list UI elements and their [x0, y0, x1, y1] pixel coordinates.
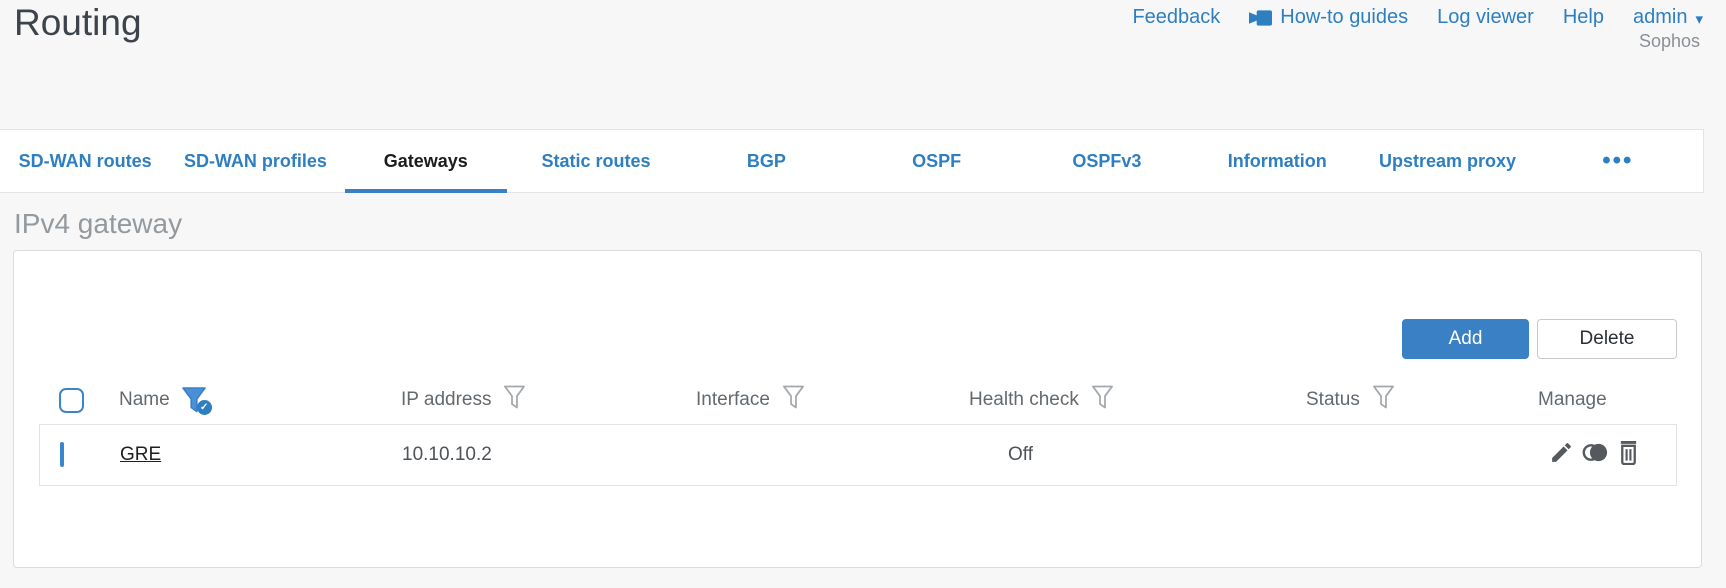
edit-pencil-icon[interactable]: [1549, 440, 1574, 471]
tab-ospfv3[interactable]: OSPFv3: [1022, 130, 1192, 192]
filter-funnel-icon[interactable]: [782, 385, 805, 416]
tab-upstream-proxy[interactable]: Upstream proxy: [1362, 130, 1532, 192]
tab-bgp[interactable]: BGP: [681, 130, 851, 192]
row-checkbox[interactable]: [60, 442, 64, 467]
gateway-table: Name ✓ IP address Interface Health check…: [39, 376, 1677, 486]
user-menu-label: admin: [1632, 6, 1688, 28]
feedback-link[interactable]: Feedback: [1132, 6, 1220, 29]
help-link[interactable]: Help: [1563, 6, 1604, 29]
clone-icon[interactable]: [1581, 440, 1610, 471]
brand-label: Sophos: [1638, 31, 1700, 51]
tab-information[interactable]: Information: [1192, 130, 1362, 192]
tab-gateways[interactable]: Gateways: [341, 130, 511, 193]
filter-funnel-icon[interactable]: [1372, 385, 1395, 416]
column-header-name: Name: [119, 389, 170, 410]
column-header-manage: Manage: [1538, 389, 1607, 410]
filter-funnel-icon-active[interactable]: ✓: [181, 387, 212, 415]
column-header-ip-address: IP address: [401, 389, 492, 410]
section-heading: IPv4 gateway: [14, 208, 183, 239]
table-row-gre: GRE 10.10.10.2 Off: [39, 424, 1677, 486]
filter-check-badge: ✓: [196, 400, 212, 415]
utility-nav: Feedback How-to guides Log viewer Help a…: [1132, 6, 1703, 29]
more-tabs-button[interactable]: •••: [1533, 130, 1703, 192]
gateway-name-link[interactable]: GRE: [120, 444, 161, 465]
tab-static-routes[interactable]: Static routes: [511, 130, 681, 192]
log-viewer-link[interactable]: Log viewer: [1437, 6, 1534, 29]
caret-down-icon: ▾: [1695, 10, 1703, 28]
add-button[interactable]: Add: [1402, 319, 1529, 359]
howto-guides-link[interactable]: How-to guides: [1249, 6, 1408, 29]
video-camera-icon: [1249, 9, 1273, 26]
column-header-status: Status: [1306, 389, 1360, 410]
column-header-interface: Interface: [696, 389, 770, 410]
ipv4-gateway-card: Add Delete Name ✓ IP address Interface H…: [13, 250, 1702, 568]
select-all-checkbox[interactable]: [59, 387, 84, 413]
filter-funnel-icon[interactable]: [1091, 385, 1114, 416]
tab-sd-wan-routes[interactable]: SD-WAN routes: [0, 130, 170, 192]
tab-ospf[interactable]: OSPF: [851, 130, 1021, 192]
tab-sd-wan-profiles[interactable]: SD-WAN profiles: [170, 130, 340, 192]
user-menu[interactable]: admin ▾: [1633, 6, 1703, 29]
howto-guides-label: How-to guides: [1280, 6, 1409, 28]
filter-funnel-icon[interactable]: [503, 385, 526, 416]
trash-icon[interactable]: [1617, 440, 1640, 471]
table-header-row: Name ✓ IP address Interface Health check…: [39, 376, 1677, 424]
gateway-health-check-value: Off: [1008, 444, 1033, 465]
gateway-ip-value: 10.10.10.2: [402, 444, 492, 465]
delete-button[interactable]: Delete: [1537, 319, 1677, 359]
page-title: Routing: [14, 2, 142, 43]
routing-tabbar: SD-WAN routes SD-WAN profiles Gateways S…: [0, 129, 1704, 193]
column-header-health-check: Health check: [969, 389, 1079, 410]
